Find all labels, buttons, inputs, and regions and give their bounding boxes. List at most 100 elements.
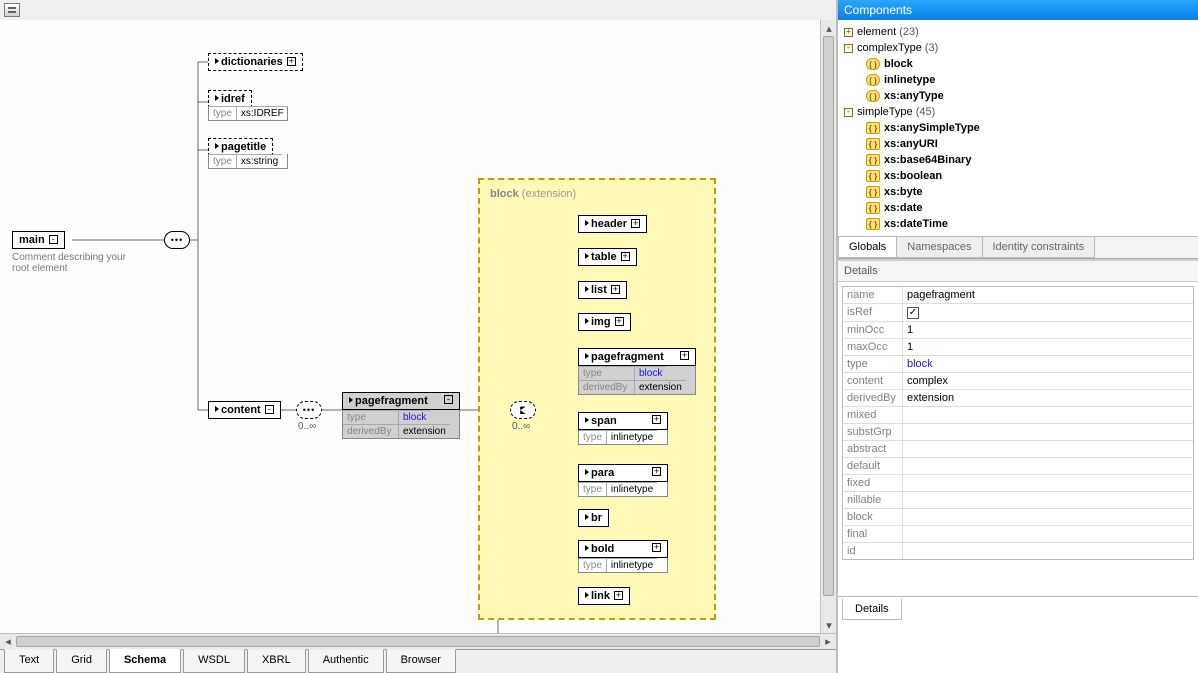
scroll-down-icon[interactable]: ▾ <box>821 617 836 633</box>
tree-row-x--anySimpleType[interactable]: { }xs:anySimpleType <box>844 120 1194 136</box>
tree-toggle-icon[interactable]: + <box>844 28 853 37</box>
details-value[interactable] <box>903 424 1193 440</box>
tree-row-x--anyURI[interactable]: { }xs:anyURI <box>844 136 1194 152</box>
tree-row-element[interactable]: +element (23) <box>844 24 1194 40</box>
details-value[interactable]: ✓ <box>903 304 1193 321</box>
expand-icon[interactable]: + <box>652 467 661 476</box>
details-value[interactable] <box>903 543 1193 559</box>
details-value[interactable] <box>903 407 1193 423</box>
view-tab-schema[interactable]: Schema <box>109 649 181 673</box>
collapse-icon[interactable]: - <box>49 235 58 244</box>
details-row-default[interactable]: default <box>843 458 1193 475</box>
node-pagefragment-child[interactable]: pagefragment+ <box>578 348 696 366</box>
details-value[interactable]: block <box>903 356 1193 372</box>
tree-row-x--dateTime[interactable]: { }xs:dateTime <box>844 216 1194 232</box>
tree-row-block[interactable]: ( )block <box>844 56 1194 72</box>
expand-icon[interactable]: + <box>611 285 620 294</box>
details-row-final[interactable]: final <box>843 526 1193 543</box>
expand-icon[interactable]: + <box>631 219 640 228</box>
details-row-id[interactable]: id <box>843 543 1193 559</box>
scroll-left-icon[interactable]: ◂ <box>0 634 16 650</box>
tree-toggle-icon[interactable]: - <box>844 108 853 117</box>
node-pagefragment-selected[interactable]: pagefragment- <box>342 392 460 410</box>
collapse-icon[interactable]: - <box>265 405 274 414</box>
collapse-icon[interactable]: - <box>444 395 453 404</box>
details-value[interactable] <box>903 526 1193 542</box>
scroll-thumb[interactable] <box>823 36 834 596</box>
node-para[interactable]: para+ <box>578 464 668 482</box>
components-tab-identity constraints[interactable]: Identity constraints <box>982 237 1096 258</box>
horizontal-scrollbar[interactable]: ◂ ▸ <box>0 633 836 649</box>
node-table[interactable]: table+ <box>578 248 637 266</box>
components-tab-globals[interactable]: Globals <box>838 237 897 258</box>
vertical-scrollbar[interactable]: ▴ ▾ <box>820 20 836 633</box>
expand-icon[interactable]: + <box>652 415 661 424</box>
view-tab-xbrl[interactable]: XBRL <box>247 649 306 673</box>
details-row-abstract[interactable]: abstract <box>843 441 1193 458</box>
tree-row--impleType[interactable]: -simpleType (45) <box>844 104 1194 120</box>
tree-row-inlinetype[interactable]: ( )inlinetype <box>844 72 1194 88</box>
node-dictionaries[interactable]: dictionaries+ <box>208 53 303 71</box>
details-value[interactable] <box>903 458 1193 474</box>
expand-icon[interactable]: + <box>615 317 624 326</box>
node-link[interactable]: link+ <box>578 587 630 605</box>
details-value[interactable] <box>903 509 1193 525</box>
node-header[interactable]: header+ <box>578 215 647 233</box>
details-row-derivedBy[interactable]: derivedByextension <box>843 390 1193 407</box>
node-br[interactable]: br <box>578 509 609 527</box>
tree-row-complexType[interactable]: -complexType (3) <box>844 40 1194 56</box>
node-img[interactable]: img+ <box>578 313 631 331</box>
details-value[interactable]: extension <box>903 390 1193 406</box>
node-list[interactable]: list+ <box>578 281 627 299</box>
details-value[interactable] <box>903 475 1193 491</box>
details-value[interactable]: complex <box>903 373 1193 389</box>
view-tab-authentic[interactable]: Authentic <box>308 649 384 673</box>
details-row-block[interactable]: block <box>843 509 1193 526</box>
details-value[interactable]: 1 <box>903 322 1193 338</box>
expand-icon[interactable]: + <box>652 543 661 552</box>
expand-icon[interactable]: + <box>287 57 296 66</box>
node-span[interactable]: span+ <box>578 412 668 430</box>
details-value[interactable]: 1 <box>903 339 1193 355</box>
view-tab-browser[interactable]: Browser <box>386 649 456 673</box>
components-tab-namespaces[interactable]: Namespaces <box>896 237 982 258</box>
details-row-minOcc[interactable]: minOcc1 <box>843 322 1193 339</box>
sequence-compositor[interactable] <box>164 231 190 249</box>
node-main[interactable]: main- <box>12 231 65 249</box>
tree-row-x--byte[interactable]: { }xs:byte <box>844 184 1194 200</box>
details-row-maxOcc[interactable]: maxOcc1 <box>843 339 1193 356</box>
sequence-compositor-opt[interactable] <box>296 401 322 419</box>
view-tab-wsdl[interactable]: WSDL <box>183 649 245 673</box>
details-value[interactable] <box>903 441 1193 457</box>
grid-toggle-button[interactable] <box>4 3 20 17</box>
details-value[interactable] <box>903 492 1193 508</box>
checkbox-checked-icon[interactable]: ✓ <box>907 307 919 319</box>
tree-row-x--anyType[interactable]: ( )xs:anyType <box>844 88 1194 104</box>
choice-compositor[interactable] <box>510 401 536 419</box>
tree-row-x--boolean[interactable]: { }xs:boolean <box>844 168 1194 184</box>
details-row-isRef[interactable]: isRef✓ <box>843 304 1193 322</box>
details-row-substGrp[interactable]: substGrp <box>843 424 1193 441</box>
details-value[interactable]: pagefragment <box>903 287 1193 303</box>
tree-row-x--ba-e64Binary[interactable]: { }xs:base64Binary <box>844 152 1194 168</box>
view-tab-grid[interactable]: Grid <box>56 649 107 673</box>
scroll-up-icon[interactable]: ▴ <box>821 20 836 36</box>
expand-icon[interactable]: + <box>621 252 630 261</box>
view-tab-text[interactable]: Text <box>4 649 54 673</box>
node-content[interactable]: content- <box>208 401 281 419</box>
schema-canvas[interactable]: main- Comment describing your root eleme… <box>0 20 836 649</box>
details-row-name[interactable]: namepagefragment <box>843 287 1193 304</box>
node-bold[interactable]: bold+ <box>578 540 668 558</box>
details-row-content[interactable]: contentcomplex <box>843 373 1193 390</box>
expand-icon[interactable]: + <box>614 591 623 600</box>
scroll-thumb-h[interactable] <box>16 636 820 647</box>
tree-row-x--date[interactable]: { }xs:date <box>844 200 1194 216</box>
details-row-mixed[interactable]: mixed <box>843 407 1193 424</box>
components-tree[interactable]: +element (23)-complexType (3)( )block( )… <box>838 20 1198 236</box>
details-row-nillable[interactable]: nillable <box>843 492 1193 509</box>
details-footer-tab[interactable]: Details <box>842 599 902 620</box>
expand-icon[interactable]: + <box>680 351 689 360</box>
details-grid[interactable]: namepagefragmentisRef✓minOcc1maxOcc1type… <box>842 286 1194 560</box>
details-row-type[interactable]: typeblock <box>843 356 1193 373</box>
scroll-right-icon[interactable]: ▸ <box>820 634 836 650</box>
